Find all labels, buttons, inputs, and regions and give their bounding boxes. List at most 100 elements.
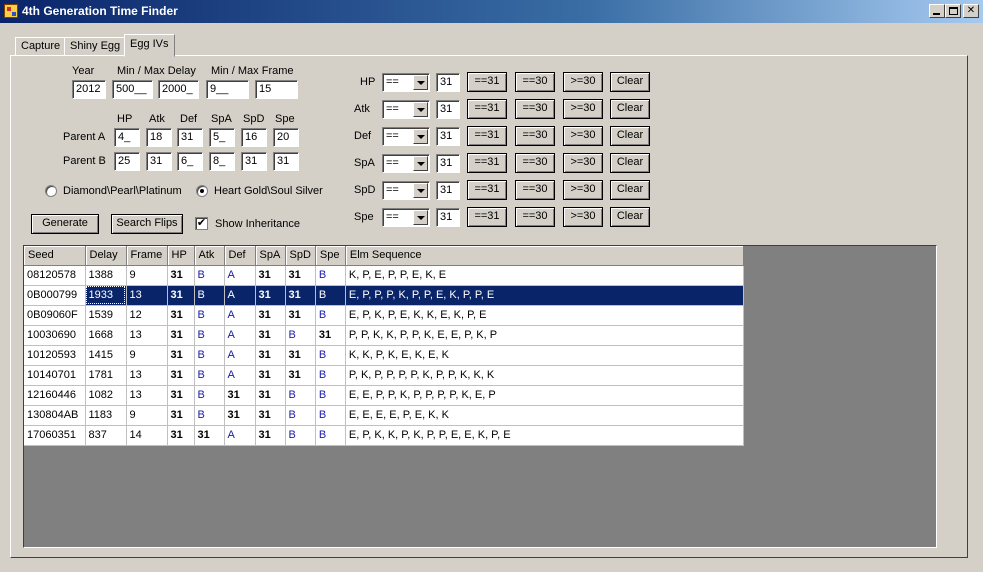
generate-button[interactable]: Generate (31, 214, 99, 234)
cell-frame[interactable]: 9 (126, 405, 168, 426)
column-header-spd[interactable]: SpD (285, 246, 316, 266)
table-row[interactable]: 130804AB 1183 9 31 B 31 31 B B E, E, E, E, P, E, … (24, 405, 744, 426)
cell-hp[interactable]: 31 (167, 365, 195, 386)
cell-atk[interactable]: B (194, 345, 225, 366)
cell-delay[interactable]: 1388 (85, 265, 127, 286)
cell-spe[interactable]: B (315, 385, 346, 406)
filter-value-hp[interactable]: 31 (436, 73, 460, 92)
cell-spa[interactable]: 31 (255, 385, 286, 406)
filter-operator-def[interactable]: == (382, 127, 430, 146)
filter-clear-button-hp[interactable]: Clear (610, 72, 650, 92)
filter-eq31-button-spa[interactable]: ==31 (467, 153, 507, 173)
parent-a-spd[interactable]: 16 (241, 128, 267, 147)
cell-atk[interactable]: B (194, 385, 225, 406)
cell-elm[interactable]: E, P, P, P, K, P, P, E, K, P, P, E (345, 285, 744, 306)
max-delay-input[interactable]: 2000_ (158, 80, 199, 99)
cell-spd[interactable]: B (285, 325, 316, 346)
dropdown-arrow-icon[interactable] (413, 102, 428, 117)
filter-value-def[interactable]: 31 (436, 127, 460, 146)
filter-ge30-button-def[interactable]: >=30 (563, 126, 603, 146)
cell-elm[interactable]: P, K, P, P, P, P, K, P, P, K, K, K (345, 365, 744, 386)
cell-spa[interactable]: 31 (255, 305, 286, 326)
filter-value-atk[interactable]: 31 (436, 100, 460, 119)
dropdown-arrow-icon[interactable] (413, 156, 428, 171)
cell-delay[interactable]: 837 (85, 425, 127, 446)
cell-spa[interactable]: 31 (255, 365, 286, 386)
cell-elm[interactable]: E, P, K, P, E, K, K, E, K, P, E (345, 305, 744, 326)
cell-elm[interactable]: E, E, E, E, P, E, K, K (345, 405, 744, 426)
column-header-atk[interactable]: Atk (194, 246, 225, 266)
min-frame-input[interactable]: 9__ (206, 80, 249, 99)
year-input[interactable]: 2012 (72, 80, 106, 99)
cell-atk[interactable]: B (194, 305, 225, 326)
filter-operator-spe[interactable]: == (382, 208, 430, 227)
cell-delay[interactable]: 1933 (85, 285, 127, 306)
cell-def[interactable]: 31 (224, 385, 256, 406)
cell-spd[interactable]: 31 (285, 345, 316, 366)
cell-atk[interactable]: B (194, 365, 225, 386)
minimize-button[interactable] (929, 4, 945, 18)
cell-hp[interactable]: 31 (167, 405, 195, 426)
cell-hp[interactable]: 31 (167, 265, 195, 286)
cell-delay[interactable]: 1183 (85, 405, 127, 426)
cell-frame[interactable]: 13 (126, 385, 168, 406)
tab-egg-ivs[interactable]: Egg IVs (124, 34, 175, 57)
filter-ge30-button-atk[interactable]: >=30 (563, 99, 603, 119)
filter-operator-atk[interactable]: == (382, 100, 430, 119)
cell-spe[interactable]: B (315, 265, 346, 286)
cell-frame[interactable]: 12 (126, 305, 168, 326)
cell-def[interactable]: A (224, 305, 256, 326)
filter-ge30-button-spd[interactable]: >=30 (563, 180, 603, 200)
cell-seed[interactable]: 130804AB (24, 405, 86, 426)
column-header-frame[interactable]: Frame (126, 246, 168, 266)
cell-elm[interactable]: K, P, E, P, P, E, K, E (345, 265, 744, 286)
column-header-spe[interactable]: Spe (315, 246, 346, 266)
table-row[interactable]: 10140701 1781 13 31 B A 31 31 B P, K, P, P, P, P,… (24, 365, 744, 386)
parent-a-def[interactable]: 31 (177, 128, 203, 147)
cell-hp[interactable]: 31 (167, 345, 195, 366)
cell-hp[interactable]: 31 (167, 385, 195, 406)
show-inheritance-label[interactable]: Show Inheritance (215, 218, 300, 230)
show-inheritance-checkbox[interactable]: ✔ (195, 217, 208, 230)
table-row[interactable]: 12160446 1082 13 31 B 31 31 B B E, E, P, P, K, P,… (24, 385, 744, 406)
column-header-spa[interactable]: SpA (255, 246, 286, 266)
dropdown-arrow-icon[interactable] (413, 129, 428, 144)
dropdown-arrow-icon[interactable] (413, 183, 428, 198)
cell-atk[interactable]: B (194, 265, 225, 286)
cell-atk[interactable]: B (194, 405, 225, 426)
cell-spd[interactable]: 31 (285, 305, 316, 326)
cell-frame[interactable]: 9 (126, 265, 168, 286)
filter-clear-button-spa[interactable]: Clear (610, 153, 650, 173)
cell-spa[interactable]: 31 (255, 325, 286, 346)
parent-b-spa[interactable]: 8_ (209, 152, 235, 171)
cell-delay[interactable]: 1668 (85, 325, 127, 346)
cell-spa[interactable]: 31 (255, 285, 286, 306)
filter-clear-button-atk[interactable]: Clear (610, 99, 650, 119)
cell-frame[interactable]: 13 (126, 285, 168, 306)
parent-a-spa[interactable]: 5_ (209, 128, 235, 147)
dpp-radio[interactable] (45, 185, 57, 197)
column-header-elm-sequence[interactable]: Elm Sequence (345, 246, 744, 266)
cell-spd[interactable]: B (285, 385, 316, 406)
cell-frame[interactable]: 14 (126, 425, 168, 446)
cell-atk[interactable]: B (194, 285, 225, 306)
parent-b-atk[interactable]: 31 (146, 152, 172, 171)
cell-seed[interactable]: 10140701 (24, 365, 86, 386)
filter-ge30-button-spa[interactable]: >=30 (563, 153, 603, 173)
filter-eq31-button-atk[interactable]: ==31 (467, 99, 507, 119)
cell-spe[interactable]: B (315, 425, 346, 446)
filter-eq30-button-atk[interactable]: ==30 (515, 99, 555, 119)
cell-seed[interactable]: 0B000799 (24, 285, 86, 306)
cell-spa[interactable]: 31 (255, 425, 286, 446)
cell-delay[interactable]: 1415 (85, 345, 127, 366)
filter-eq31-button-hp[interactable]: ==31 (467, 72, 507, 92)
cell-delay[interactable]: 1539 (85, 305, 127, 326)
cell-spe[interactable]: B (315, 405, 346, 426)
cell-seed[interactable]: 10120593 (24, 345, 86, 366)
cell-spe[interactable]: B (315, 305, 346, 326)
filter-eq30-button-spd[interactable]: ==30 (515, 180, 555, 200)
cell-hp[interactable]: 31 (167, 285, 195, 306)
cell-def[interactable]: A (224, 345, 256, 366)
cell-def[interactable]: A (224, 265, 256, 286)
filter-eq30-button-def[interactable]: ==30 (515, 126, 555, 146)
